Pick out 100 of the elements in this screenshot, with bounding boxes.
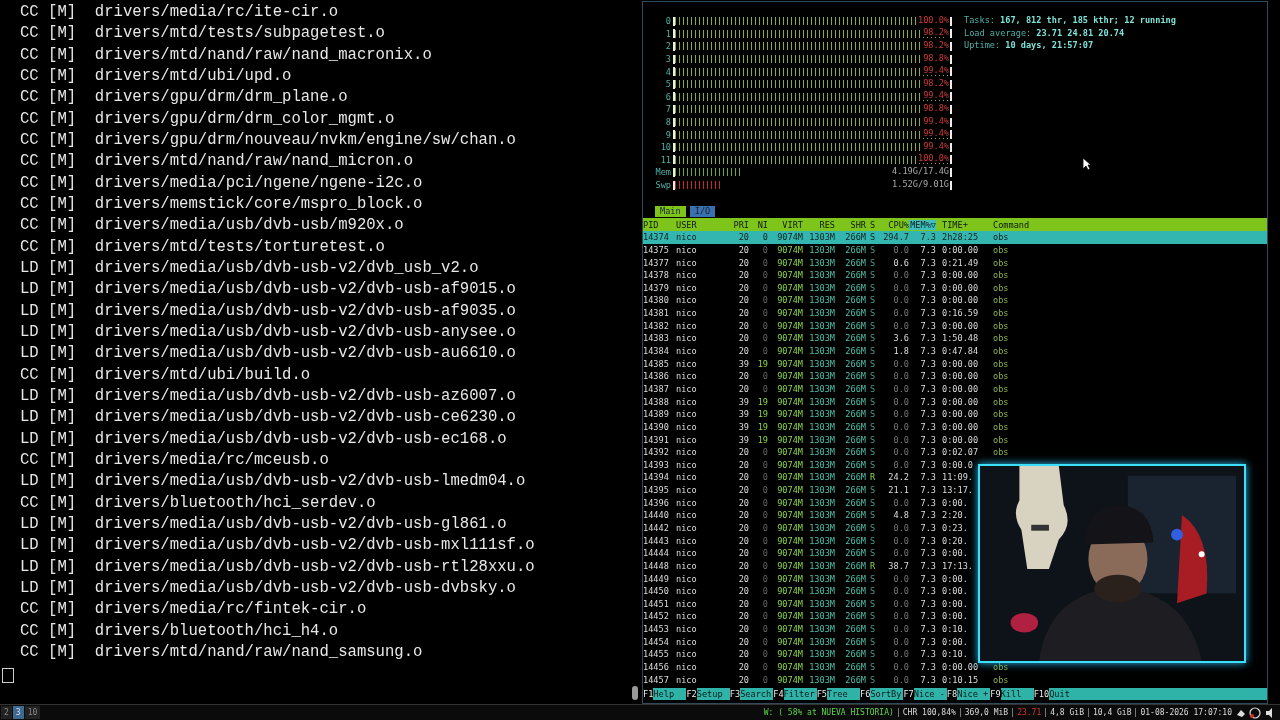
tab[interactable]: Main [655,206,686,218]
process-row[interactable]: 14378 nico 20 0 9074M 1303M 266M S 0.0 7.3 0:00.00 obs [643,268,1267,282]
process-row[interactable]: 14382 nico 20 0 9074M 1303M 266M S 0.0 7.3 0:00.00 obs [643,319,1267,333]
column-header[interactable]: VIRT [768,219,803,230]
process-row[interactable]: 14396 nico 20 0 9074M 1303M 266M S 0.0 7.3 0:00. [643,496,1267,510]
table-cell-text: 266M [844,308,866,319]
scrollbar-thumb[interactable] [632,686,638,700]
workspace-button[interactable]: 2 [1,706,12,719]
function-key-button[interactable]: Filter [783,688,817,700]
column-header[interactable]: MEM%▽ [909,219,936,230]
table-cell-text: 9074M [776,396,803,407]
process-row[interactable]: 14393 nico 20 0 9074M 1303M 266M S 0.0 7.3 0:00.0 [643,458,1267,472]
table-cell-text: 14392 [643,447,670,458]
terminal-line: LD [M] drivers/media/usb/dvb-usb-v2/dvb-usb-lmedm04.o [20,471,527,493]
process-row[interactable]: 14457 nico 20 0 9074M 1303M 266M S 0.0 7.3 0:10.15 obs [643,673,1267,686]
process-row[interactable]: 14440 nico 20 0 9074M 1303M 266M S 4.8 7.3 2:20. [643,509,1267,522]
process-row[interactable]: 14395 nico 20 0 9074M 1303M 266M S 21.1 7.3 13:17. [643,483,1267,497]
process-row[interactable]: 14388 nico 39 19 9074M 1303M 266M S 0.0 7.3 0:00.00 obs [643,395,1267,408]
process-row[interactable]: 14390 nico 39 19 9074M 1303M 266M S 0.0 7.3 0:00.00 obs [643,420,1267,434]
process-row[interactable]: 14394 nico 20 0 9074M 1303M 266M R 24.2 7.3 11:09. [643,471,1267,484]
process-row[interactable]: 14456 nico 20 0 9074M 1303M 266M S 0.0 7.3 0:00.00 obs [643,660,1267,674]
workspace-button[interactable]: 3 [12,706,24,719]
table-cell-text: obs [992,434,1010,445]
table-cell-text: 7.3 [919,308,936,319]
column-header[interactable]: PID [643,219,673,230]
column-header[interactable]: PRI [731,219,749,230]
table-cell-text: 14379 [643,282,670,293]
table-cell-text: 20 [737,598,749,609]
process-row[interactable]: 14449 nico 20 0 9074M 1303M 266M S 0.0 7.3 0:00. [643,572,1267,585]
process-row[interactable]: 14385 nico 39 19 9074M 1303M 266M S 0.0 7.3 0:00.00 obs [643,357,1267,370]
process-row[interactable]: 14392 nico 20 0 9074M 1303M 266M S 0.0 7.3 0:02.07 obs [643,445,1267,459]
table-cell-text: 1303M [808,383,835,394]
table-cell-text: 1303M [808,409,835,420]
column-header[interactable]: Command [988,219,1267,230]
process-row[interactable]: 14442 nico 20 0 9074M 1303M 266M S 0.0 7.3 0:23. [643,521,1267,535]
column-header[interactable]: NI [749,219,768,230]
process-row[interactable]: 14450 nico 20 0 9074M 1303M 266M S 0.0 7.3 0:00. [643,584,1267,598]
table-cell-text: obs [992,257,1010,268]
table-cell-text: 266M [844,598,866,609]
process-row[interactable]: 14386 nico 20 0 9074M 1303M 266M S 0.0 7.3 0:00.00 obs [643,370,1267,383]
table-cell-text: 1303M [808,295,835,306]
process-row[interactable]: 14443 nico 20 0 9074M 1303M 266M S 0.0 7.3 0:20. [643,534,1267,547]
function-key-button[interactable]: Search [740,688,774,700]
table-cell-text: 0.0 [892,611,909,622]
function-key-button[interactable]: Setup [696,688,730,700]
process-row[interactable]: 14453 nico 20 0 9074M 1303M 266M S 0.0 7.3 0:10. [643,622,1267,636]
function-key-button[interactable]: Quit [1049,688,1267,700]
process-row[interactable]: 14381 nico 20 0 9074M 1303M 266M S 0.0 7.3 0:16.59 obs [643,306,1267,320]
meter-label: 7 [664,104,671,115]
column-header[interactable]: SHR [835,219,866,230]
terminal-line: CC [M] drivers/mtd/tests/torturetest.o [20,236,386,258]
table-cell-text: 14387 [643,383,670,394]
process-row[interactable]: 14379 nico 20 0 9074M 1303M 266M S 0.0 7.3 0:00.00 obs [643,281,1267,295]
info-value: 23.71 24.81 20.74 [1036,27,1125,40]
process-row[interactable]: 14377 nico 20 0 9074M 1303M 266M S 0.6 7.3 0:21.49 obs [643,256,1267,269]
process-row[interactable]: 14455 nico 20 0 9074M 1303M 266M S 0.0 7.3 0:10. [643,648,1267,661]
process-row[interactable]: 14448 nico 20 0 9074M 1303M 266M R 38.7 7.3 17:13. [643,559,1267,573]
function-key-button[interactable]: Help [653,688,687,700]
process-row[interactable]: 14451 nico 20 0 9074M 1303M 266M S 0.0 7.3 0:00. [643,597,1267,611]
table-cell-text: 0:10. [941,649,969,660]
table-cell-text: 20 [737,636,749,647]
column-header[interactable]: TIME+ [936,219,988,230]
meter-reading: 99.4% [923,115,949,126]
table-cell-text: 0.0 [892,459,909,470]
table-cell-text: S [869,548,876,559]
table-cell-text: 7.3 [919,459,936,470]
function-key-button[interactable]: Nice - [913,688,947,700]
table-cell-text: S [869,662,876,673]
column-header[interactable]: S [866,219,876,230]
table-cell-text: 9074M [776,346,803,357]
process-row[interactable]: 14391 nico 39 19 9074M 1303M 266M S 0.0 7.3 0:00.00 obs [643,433,1267,446]
function-key-button[interactable]: Nice + [957,688,991,700]
process-row[interactable]: 14389 nico 39 19 9074M 1303M 266M S 0.0 7.3 0:00.00 obs [643,407,1267,421]
process-row[interactable]: 14375 nico 20 0 9074M 1303M 266M S 0.0 7.3 0:00.00 obs [643,243,1267,257]
process-row[interactable]: 14383 nico 20 0 9074M 1303M 266M S 3.6 7.3 1:50.48 obs [643,332,1267,345]
process-row[interactable]: 14454 nico 20 0 9074M 1303M 266M S 0.0 7.3 0:00. [643,635,1267,649]
process-row[interactable]: 14452 nico 20 0 9074M 1303M 266M S 0.0 7.3 0:00. [643,610,1267,623]
process-row[interactable]: 14380 nico 20 0 9074M 1303M 266M S 0.0 7.3 0:00.00 obs [643,294,1267,307]
table-cell-text: S [869,244,876,255]
table-cell-text: 7.3 [919,560,936,571]
function-key-button[interactable]: Kill [1000,688,1034,700]
process-row[interactable]: 14384 nico 20 0 9074M 1303M 266M S 1.8 7.3 0:47.84 obs [643,344,1267,358]
meter-label: 6 [664,91,671,102]
table-cell-text: 7.3 [919,510,936,521]
process-row[interactable]: 14444 nico 20 0 9074M 1303M 266M S 0.0 7.3 0:00. [643,546,1267,560]
table-cell-text: nico [675,560,698,571]
table-cell-text: 266M [844,586,866,597]
table-cell-text: 0.0 [892,282,909,293]
table-cell-text: S [869,624,876,635]
column-header[interactable]: USER [673,219,731,230]
function-key-button[interactable]: SortBy [870,688,904,700]
table-cell-text: S [869,611,876,622]
table-cell-text: nico [675,295,698,306]
workspace-button[interactable]: 10 [24,706,41,719]
table-cell-text: 0:00.00 [941,371,980,382]
table-cell-text: obs [992,409,1010,420]
column-header[interactable]: CPU% [876,219,909,230]
table-cell-text: 266M [844,346,866,357]
process-row[interactable]: 14387 nico 20 0 9074M 1303M 266M S 0.0 7.3 0:00.00 obs [643,382,1267,396]
column-header[interactable]: RES [803,219,835,230]
